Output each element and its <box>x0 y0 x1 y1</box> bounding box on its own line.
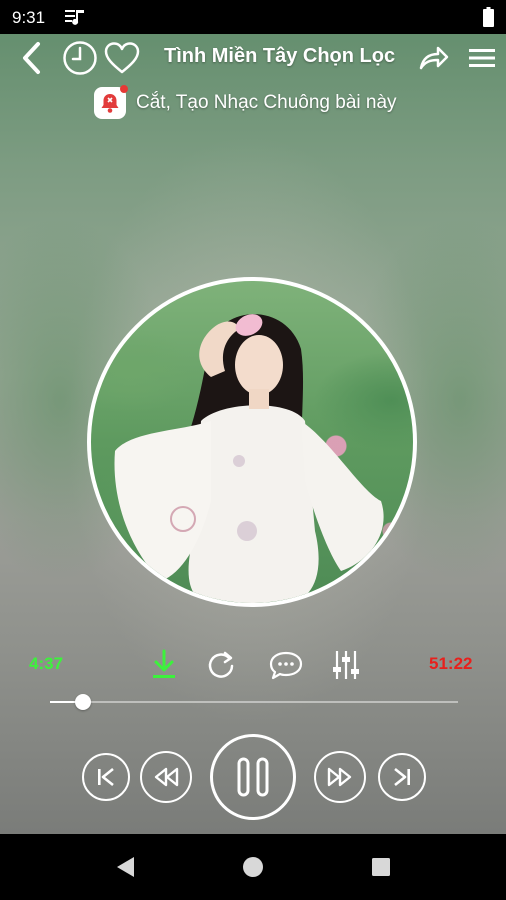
ringtone-app-icon <box>94 85 128 119</box>
previous-track-button[interactable] <box>82 753 130 801</box>
battery-icon <box>483 7 494 27</box>
nav-back-icon[interactable] <box>110 852 140 882</box>
equalizer-icon[interactable] <box>328 647 364 683</box>
elapsed-time: 4:37 <box>29 654 64 673</box>
nav-home-icon[interactable] <box>238 852 268 882</box>
download-icon[interactable] <box>148 647 180 683</box>
comment-icon[interactable] <box>266 647 306 683</box>
status-bar: 9:31 <box>0 0 506 34</box>
rewind-icon <box>154 767 179 787</box>
total-time: 51:22 <box>429 654 473 673</box>
previous-track-icon <box>98 767 114 787</box>
heart-icon[interactable] <box>102 38 142 78</box>
seek-thumb[interactable] <box>74 694 91 710</box>
album-art <box>87 277 417 607</box>
next-track-icon <box>394 767 410 787</box>
play-pause-button[interactable] <box>210 734 296 820</box>
pause-icon <box>237 757 269 797</box>
ringtone-link[interactable]: Cắt, Tạo Nhạc Chuông bài này <box>94 85 397 120</box>
player-screen: 9:31 Tình Miền Tây Chọn Lọc Cắt, Tạo Nhạ… <box>0 0 506 834</box>
navigation-bar <box>0 834 506 900</box>
nav-recents-icon[interactable] <box>366 852 396 882</box>
timer-icon[interactable] <box>60 38 100 78</box>
top-bar: Tình Miền Tây Chọn Lọc <box>0 34 506 80</box>
ringtone-label: Cắt, Tạo Nhạc Chuông bài này <box>136 92 397 113</box>
next-track-button[interactable] <box>378 753 426 801</box>
seek-track <box>50 701 458 703</box>
seekbar[interactable] <box>50 692 458 712</box>
music-notification-icon <box>64 8 86 26</box>
menu-icon[interactable] <box>462 38 502 78</box>
status-time: 9:31 <box>12 8 46 27</box>
back-arrow-icon[interactable] <box>14 38 48 78</box>
song-title: Tình Miền Tây Chọn Lọc <box>164 45 396 67</box>
repeat-icon[interactable] <box>203 647 239 683</box>
notification-dot <box>120 85 128 93</box>
share-icon[interactable] <box>414 38 454 78</box>
fast-forward-button[interactable] <box>314 751 366 803</box>
fast-forward-icon <box>327 767 352 787</box>
rewind-button[interactable] <box>140 751 192 803</box>
